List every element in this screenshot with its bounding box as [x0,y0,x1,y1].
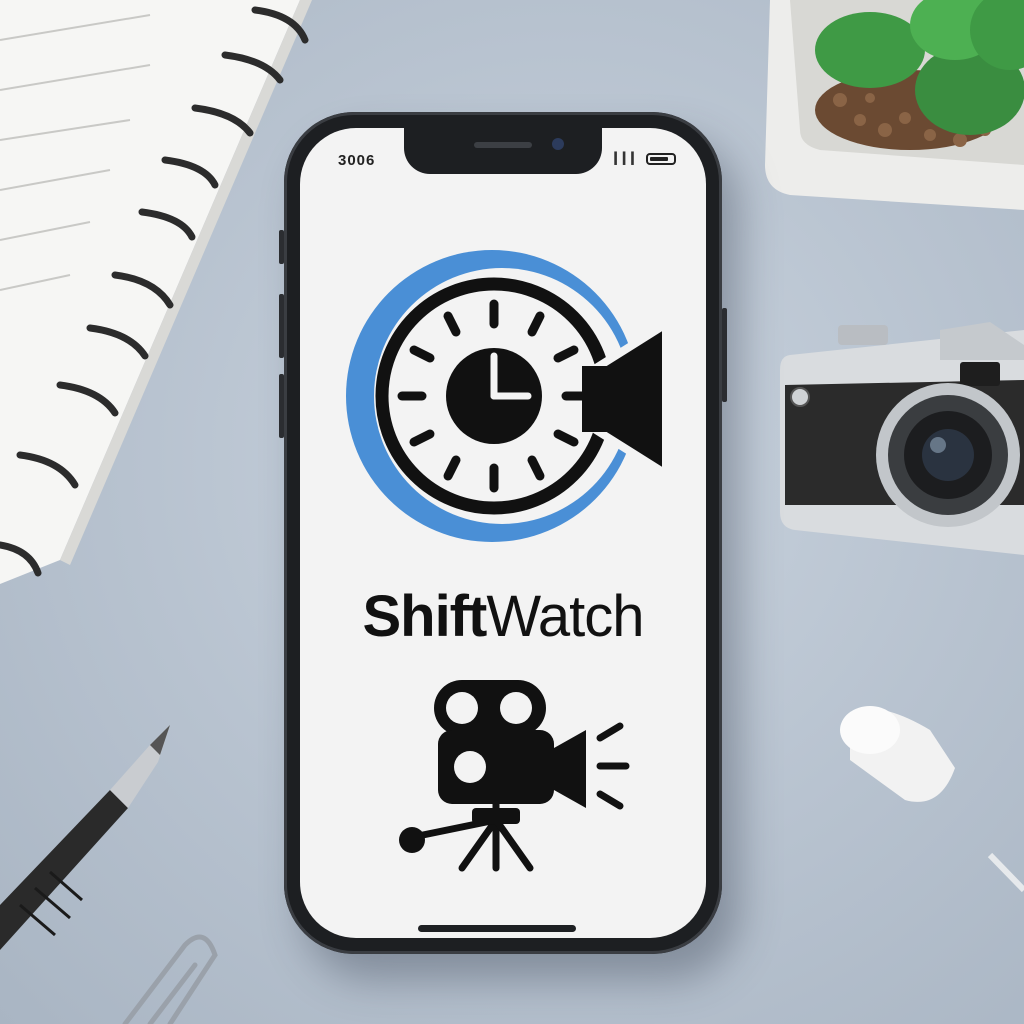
app-title-bold: Shift [362,584,487,649]
phone-screen: 3006 ▎▎▎ ShiftWatch [300,128,706,938]
status-indicators: ▎▎▎ [615,152,676,165]
mute-switch[interactable] [279,230,284,264]
status-time: 3006 [338,152,376,169]
home-indicator[interactable] [418,925,576,932]
pencil-tip [987,852,1024,893]
front-camera [552,138,564,150]
paper-clip [122,934,218,1024]
volume-down-button[interactable] [279,374,284,438]
signal-icon: ▎▎▎ [614,153,640,165]
earpiece-speaker [474,142,532,148]
tape-roll [840,706,955,802]
clock-camera-icon [346,250,670,542]
notch [404,128,602,174]
fountain-pen [0,725,170,950]
power-button[interactable] [722,308,727,402]
volume-up-button[interactable] [279,294,284,358]
spiral-notebook [0,0,312,584]
movie-camera-icon [399,680,630,872]
app-title: ShiftWatch [300,583,706,650]
app-title-light: Watch [486,584,644,649]
battery-icon [646,152,676,165]
smartphone: 3006 ▎▎▎ ShiftWatch [279,112,727,954]
film-camera [780,322,1024,555]
potted-succulent [765,0,1024,210]
